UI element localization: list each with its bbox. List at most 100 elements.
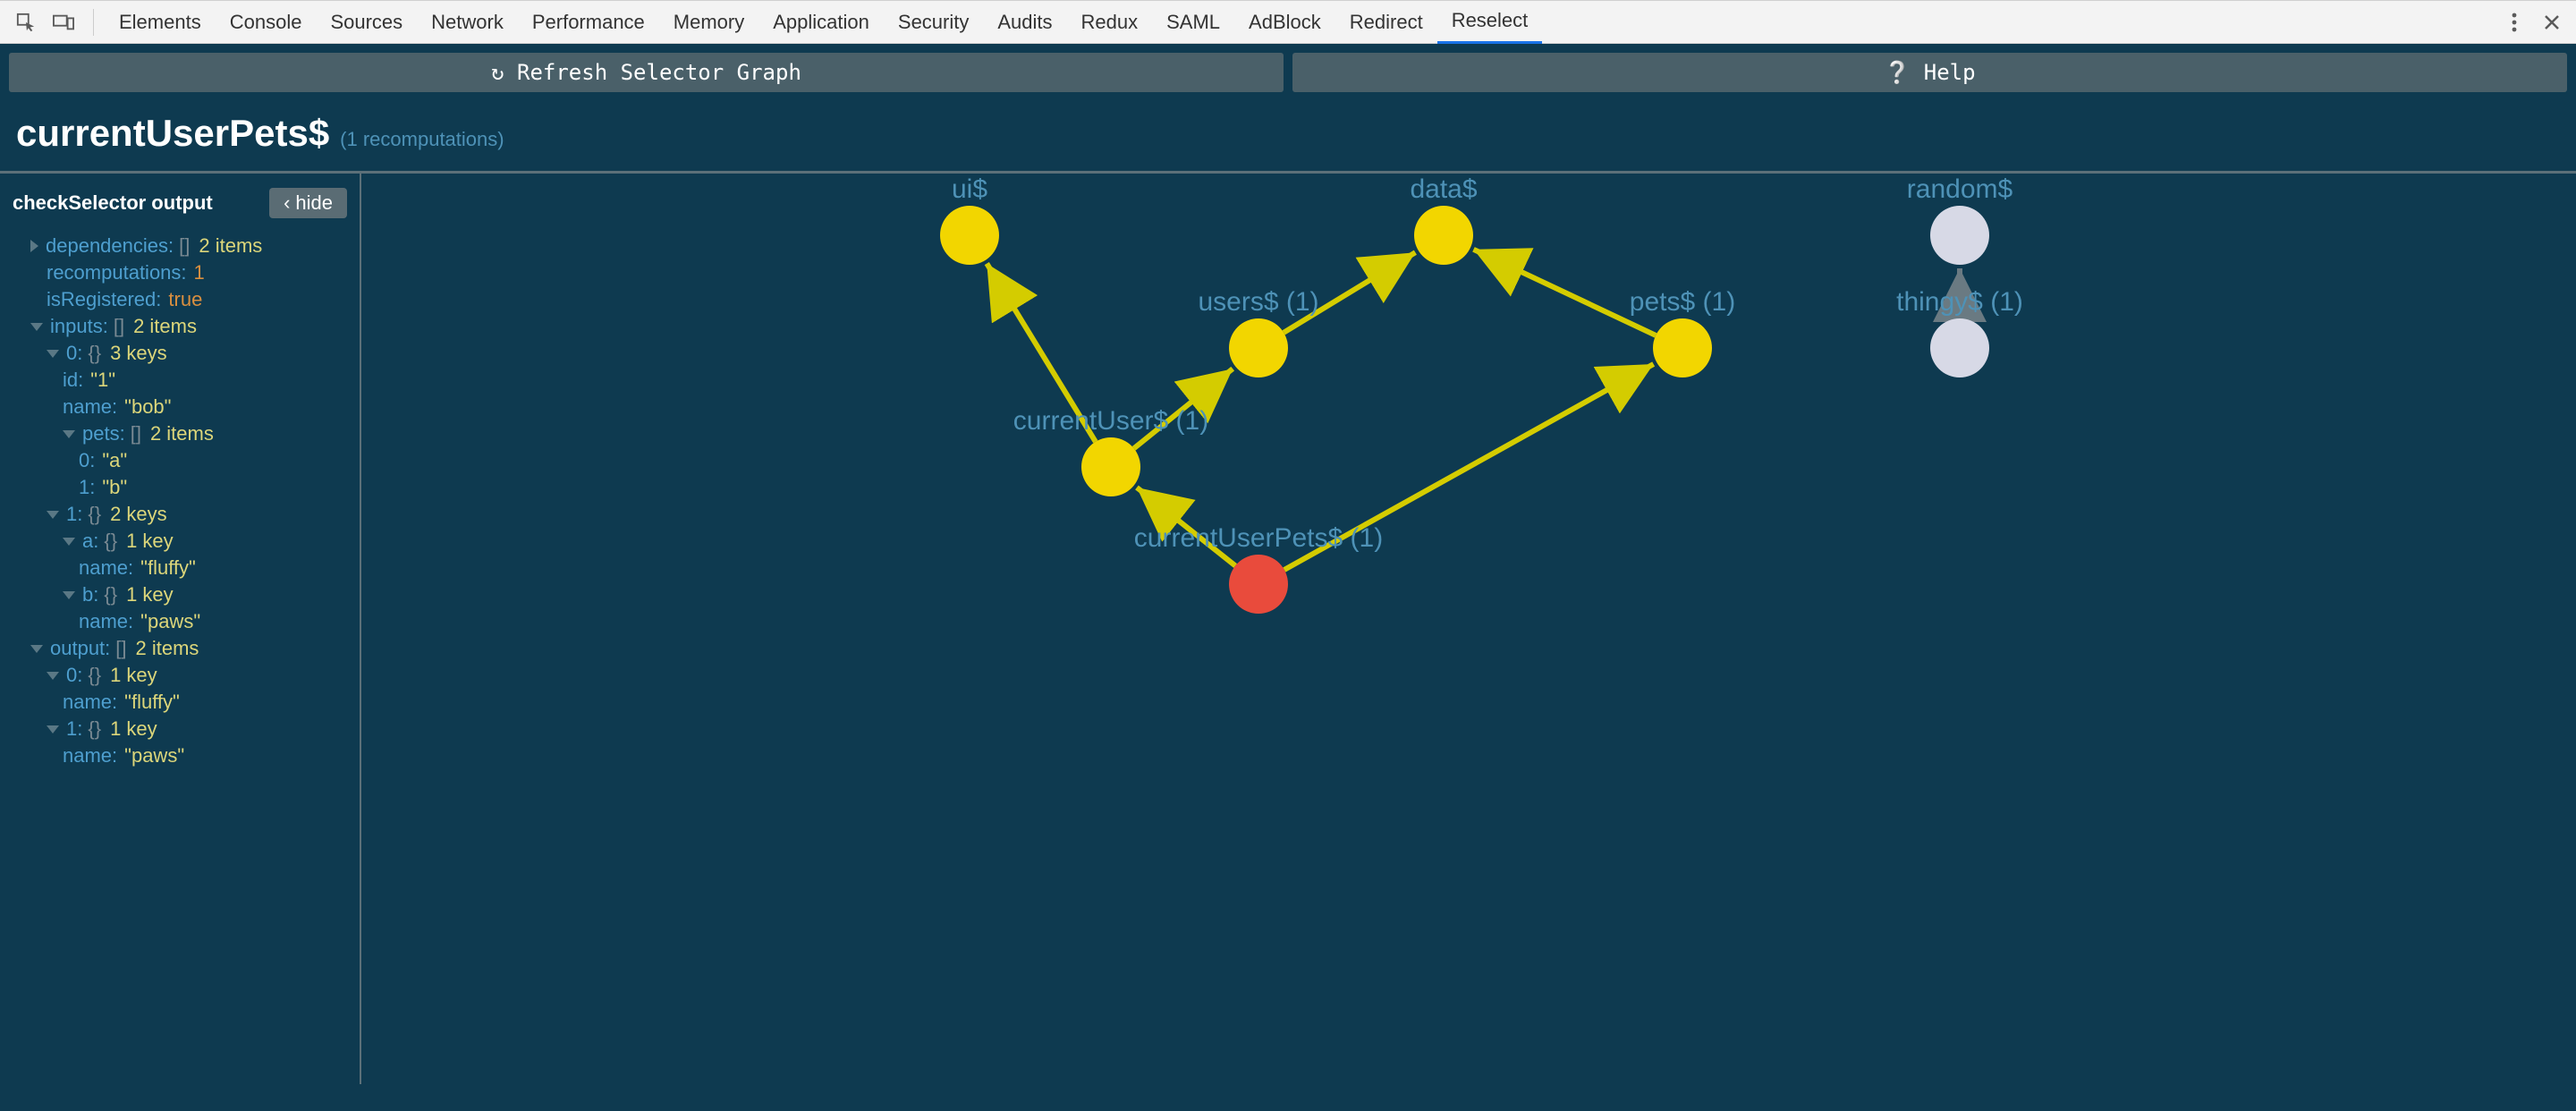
tree-key: 0: [66, 662, 82, 689]
graph-node-data[interactable] [1414, 206, 1473, 265]
tree-row[interactable]: output:[]2 items [13, 635, 347, 662]
tree-row[interactable]: 1: "b" [13, 474, 347, 501]
tree-value: true [168, 286, 202, 313]
tree-row[interactable]: name:"bob" [13, 394, 347, 420]
caret-down-icon[interactable] [63, 538, 75, 546]
tab-memory[interactable]: Memory [659, 0, 758, 44]
tree-hint: 1 key [126, 581, 174, 608]
tree-row[interactable]: inputs:[]2 items [13, 313, 347, 340]
graph-node-ui[interactable] [940, 206, 999, 265]
tree-key: dependencies: [46, 233, 174, 259]
tree-key: 1: [66, 716, 82, 742]
tree-value: "a" [102, 447, 127, 474]
caret-down-icon[interactable] [47, 511, 59, 519]
tab-console[interactable]: Console [216, 0, 317, 44]
caret-down-icon[interactable] [30, 645, 43, 653]
graph-label: currentUserPets$ (1) [1134, 523, 1383, 553]
tree-row[interactable]: isRegistered:true [13, 286, 347, 313]
graph-node-thingy[interactable] [1930, 318, 1989, 377]
tree-row[interactable]: id:"1" [13, 367, 347, 394]
caret-down-icon[interactable] [47, 350, 59, 358]
hide-button[interactable]: ‹ hide [269, 188, 347, 218]
tree-row[interactable]: a:{}1 key [13, 528, 347, 555]
json-tree[interactable]: dependencies:[]2 itemsrecomputations: 1is… [13, 233, 347, 769]
tab-application[interactable]: Application [758, 0, 884, 44]
caret-down-icon[interactable] [47, 725, 59, 734]
tab-adblock[interactable]: AdBlock [1234, 0, 1335, 44]
tree-row[interactable]: 0: "a" [13, 447, 347, 474]
selector-graph[interactable]: ui$data$random$users$ (1)pets$ (1)thingy… [361, 174, 2576, 1084]
tab-elements[interactable]: Elements [105, 0, 216, 44]
tree-hint: 2 items [150, 420, 214, 447]
tree-row[interactable]: dependencies:[]2 items [13, 233, 347, 259]
tree-value: "paws" [140, 608, 200, 635]
graph-node-curUser[interactable] [1081, 437, 1140, 496]
tree-hint: 2 items [133, 313, 197, 340]
tree-row[interactable]: name: "fluffy" [13, 555, 347, 581]
close-icon[interactable] [2537, 7, 2567, 38]
graph-node-pets[interactable] [1653, 318, 1712, 377]
tree-row[interactable]: pets:[]2 items [13, 420, 347, 447]
tree-row[interactable]: 0:{}1 key [13, 662, 347, 689]
refresh-button[interactable]: ↻ Refresh Selector Graph [9, 53, 1284, 92]
tree-value: "paws" [124, 742, 184, 769]
tree-key: output: [50, 635, 110, 662]
tab-performance[interactable]: Performance [518, 0, 659, 44]
tree-key: name: [79, 555, 133, 581]
tree-row[interactable]: b:{}1 key [13, 581, 347, 608]
devtools-tabs: ElementsConsoleSourcesNetworkPerformance… [105, 0, 1542, 44]
tree-value: 1 [194, 259, 205, 286]
graph-label: ui$ [952, 174, 987, 204]
separator [93, 9, 94, 36]
tree-key: inputs: [50, 313, 108, 340]
graph-label: currentUser$ (1) [1013, 406, 1208, 436]
inspect-icon[interactable] [11, 7, 41, 38]
tree-hint: 2 keys [110, 501, 167, 528]
reselect-panel: ↻ Refresh Selector Graph ❔ Help currentU… [0, 44, 2576, 1111]
tree-row[interactable]: 1:{}1 key [13, 716, 347, 742]
tree-value: "1" [90, 367, 115, 394]
graph-node-curPets[interactable] [1229, 555, 1288, 614]
caret-down-icon[interactable] [63, 591, 75, 599]
graph-label: thingy$ (1) [1896, 287, 2023, 317]
caret-down-icon[interactable] [30, 323, 43, 331]
tree-key: 0: [79, 447, 95, 474]
tree-value: "b" [102, 474, 127, 501]
graph-label: pets$ (1) [1630, 287, 1735, 317]
tree-value: "fluffy" [124, 689, 180, 716]
tree-row[interactable]: 0:{}3 keys [13, 340, 347, 367]
tree-row[interactable]: name: "fluffy" [13, 689, 347, 716]
tab-redux[interactable]: Redux [1067, 0, 1153, 44]
graph-node-users[interactable] [1229, 318, 1288, 377]
tree-key: 1: [79, 474, 95, 501]
tree-key: recomputations: [47, 259, 187, 286]
tree-key: name: [63, 394, 117, 420]
caret-right-icon[interactable] [30, 240, 38, 252]
tab-network[interactable]: Network [417, 0, 518, 44]
tree-key: a: [82, 528, 98, 555]
tree-key: name: [79, 608, 133, 635]
tree-row[interactable]: name: "paws" [13, 608, 347, 635]
tab-saml[interactable]: SAML [1152, 0, 1234, 44]
help-button[interactable]: ❔ Help [1292, 53, 2567, 92]
tab-security[interactable]: Security [884, 0, 983, 44]
caret-down-icon[interactable] [63, 430, 75, 438]
tree-row[interactable]: name:"paws" [13, 742, 347, 769]
caret-down-icon[interactable] [47, 672, 59, 680]
tree-value: "fluffy" [140, 555, 196, 581]
tab-redirect[interactable]: Redirect [1335, 0, 1437, 44]
tree-key: name: [63, 689, 117, 716]
tree-hint: 1 key [110, 662, 157, 689]
tree-row[interactable]: recomputations: 1 [13, 259, 347, 286]
tab-sources[interactable]: Sources [316, 0, 417, 44]
tab-reselect[interactable]: Reselect [1437, 0, 1543, 44]
graph-label: data$ [1410, 174, 1477, 204]
recomputations-label: (1 recomputations) [340, 128, 504, 151]
device-toggle-icon[interactable] [48, 7, 79, 38]
tab-audits[interactable]: Audits [983, 0, 1066, 44]
tree-hint: 2 items [136, 635, 199, 662]
kebab-menu-icon[interactable] [2499, 7, 2529, 38]
graph-node-random[interactable] [1930, 206, 1989, 265]
tree-row[interactable]: 1:{}2 keys [13, 501, 347, 528]
tree-hint: 1 key [110, 716, 157, 742]
